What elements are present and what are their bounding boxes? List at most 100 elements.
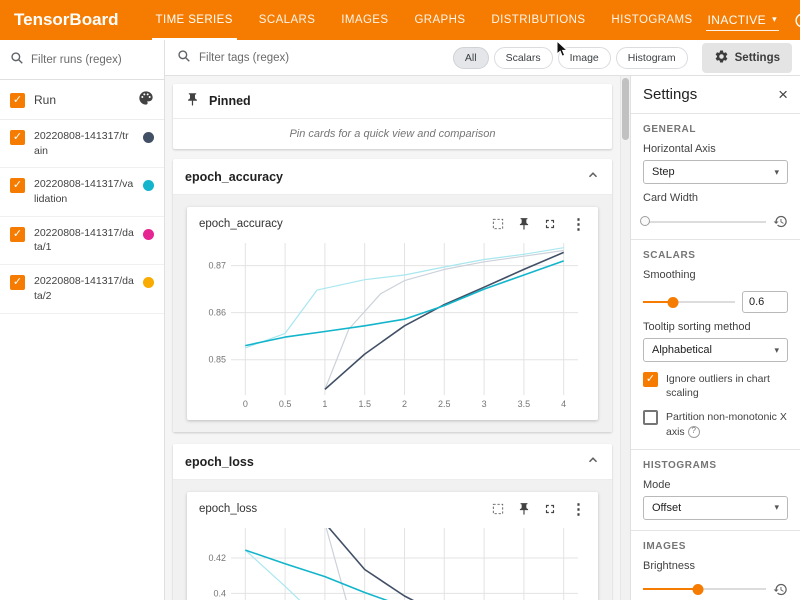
tab-images[interactable]: IMAGES (328, 0, 401, 40)
horizontal-axis-select[interactable]: Step ▾ (643, 160, 788, 184)
chevron-down-icon: ▾ (774, 502, 779, 513)
section-body: epoch_loss ⋮ 00.511.522.533.540.360.380.… (173, 480, 612, 600)
tooltip-sorting-select[interactable]: Alphabetical ▾ (643, 338, 788, 362)
more-options-icon[interactable]: ⋮ (569, 500, 588, 518)
scrollbar-thumb[interactable] (622, 78, 629, 140)
smoothing-control (643, 291, 788, 313)
run-checkbox[interactable]: ✓ (10, 178, 25, 193)
section-body: epoch_accuracy ⋮ 00.511.522.533.540.850.… (173, 195, 612, 432)
main-scrollbar[interactable] (620, 76, 630, 600)
chevron-down-icon: ▾ (774, 167, 779, 178)
partition-x-axis-checkbox[interactable]: ✓ (643, 410, 658, 425)
section-header[interactable]: epoch_accuracy (173, 159, 612, 195)
settings-button[interactable]: Settings (702, 43, 792, 73)
tab-histograms[interactable]: HISTOGRAMS (598, 0, 705, 40)
section-epoch-loss: epoch_loss epoch_loss (173, 444, 612, 600)
brightness-control (643, 582, 788, 597)
tab-graphs[interactable]: GRAPHS (401, 0, 478, 40)
smoothing-label: Smoothing (643, 269, 788, 281)
svg-text:0.87: 0.87 (208, 261, 226, 271)
horizontal-axis-value: Step (652, 166, 675, 178)
chip-scalars[interactable]: Scalars (494, 47, 553, 69)
pinned-empty-message: Pin cards for a quick view and compariso… (173, 119, 612, 149)
ignore-outliers-checkbox[interactable]: ✓ (643, 372, 658, 387)
svg-text:0.5: 0.5 (279, 399, 292, 409)
help-icon[interactable]: ? (688, 426, 700, 438)
fullscreen-icon[interactable] (543, 217, 557, 231)
chip-image[interactable]: Image (558, 47, 611, 69)
collapse-chevron-icon[interactable] (586, 168, 600, 185)
fullscreen-icon[interactable] (543, 502, 557, 516)
collapse-chevron-icon[interactable] (586, 453, 600, 470)
run-item[interactable]: ✓20220808-141317/train (0, 120, 164, 168)
tensorboard-app: TensorBoard TIME SERIESSCALARSIMAGESGRAP… (0, 0, 800, 600)
tab-time-series[interactable]: TIME SERIES (143, 0, 246, 40)
run-label: 20220808-141317/data/2 (34, 274, 134, 303)
fit-to-data-icon[interactable] (491, 217, 505, 231)
run-checkbox[interactable]: ✓ (10, 130, 25, 145)
more-options-icon[interactable]: ⋮ (569, 215, 588, 233)
chart-card-header: epoch_loss ⋮ (195, 498, 590, 520)
brightness-slider[interactable] (643, 588, 766, 590)
reset-icon[interactable] (773, 582, 788, 597)
histogram-mode-select[interactable]: Offset ▾ (643, 496, 788, 520)
run-checkbox[interactable]: ✓ (10, 275, 25, 290)
settings-button-label: Settings (735, 52, 780, 64)
card-width-slider[interactable] (643, 221, 766, 223)
nav-tabs: TIME SERIESSCALARSIMAGESGRAPHSDISTRIBUTI… (143, 0, 706, 40)
chart-card-tools: ⋮ (491, 500, 588, 518)
line-chart-epoch-loss[interactable]: 00.511.522.533.540.360.380.40.42 (195, 520, 590, 600)
pin-icon[interactable] (517, 217, 531, 231)
settings-panel-title: Settings (643, 86, 697, 103)
run-filter-row (0, 40, 164, 80)
run-item[interactable]: ✓ 20220808-141317/data/1 (0, 217, 164, 265)
palette-icon[interactable] (138, 90, 154, 109)
chart-card-header: epoch_accuracy ⋮ (195, 213, 590, 235)
general-heading: GENERAL (643, 124, 788, 135)
run-item[interactable]: ✓20220808-141317/validation (0, 168, 164, 216)
chip-all[interactable]: All (453, 47, 489, 69)
run-label: 20220808-141317/data/1 (34, 226, 134, 255)
run-color-dot (143, 180, 154, 191)
select-all-runs-checkbox[interactable]: ✓ (10, 93, 25, 108)
status-value: INACTIVE (708, 13, 767, 27)
top-bar: TensorBoard TIME SERIESSCALARSIMAGESGRAP… (0, 0, 800, 40)
tab-distributions[interactable]: DISTRIBUTIONS (478, 0, 598, 40)
section-epoch-accuracy: epoch_accuracy epoch_accuracy (173, 159, 612, 432)
content-row: Pinned Pin cards for a quick view and co… (165, 76, 800, 600)
svg-text:0.4: 0.4 (213, 588, 226, 598)
tag-type-chips: AllScalarsImageHistogram (453, 47, 688, 69)
partition-x-axis-row: ✓ Partition non-monotonic X axis? (643, 410, 788, 438)
section-header[interactable]: epoch_loss (173, 444, 612, 480)
tag-filter-bar: AllScalarsImageHistogram Settings (165, 40, 800, 76)
close-icon[interactable]: × (778, 86, 788, 103)
pin-icon[interactable] (517, 502, 531, 516)
tooltip-sorting-value: Alphabetical (652, 344, 712, 356)
brightness-label: Brightness (643, 560, 788, 572)
run-filter-input[interactable] (31, 54, 154, 66)
fit-to-data-icon[interactable] (491, 502, 505, 516)
theme-toggle-icon[interactable] (792, 10, 800, 30)
cards-area: Pinned Pin cards for a quick view and co… (165, 76, 620, 600)
reset-icon[interactable] (773, 214, 788, 229)
runs-header-label: Run (34, 93, 129, 107)
chip-histogram[interactable]: Histogram (616, 47, 688, 69)
smoothing-slider[interactable] (643, 301, 735, 303)
run-checkbox[interactable]: ✓ (10, 227, 25, 242)
search-icon (177, 49, 191, 66)
tag-filter-input[interactable] (199, 52, 379, 64)
run-item[interactable]: ✓ 20220808-141317/data/2 (0, 265, 164, 313)
line-chart-epoch-accuracy[interactable]: 00.511.522.533.540.850.860.87 (195, 235, 590, 416)
svg-text:4: 4 (561, 399, 566, 409)
svg-text:1.5: 1.5 (358, 399, 371, 409)
tab-scalars[interactable]: SCALARS (246, 0, 329, 40)
histograms-heading: HISTOGRAMS (643, 460, 788, 471)
card-width-control (643, 214, 788, 229)
status-dropdown[interactable]: INACTIVE ▾ (706, 10, 779, 31)
run-color-dot (143, 229, 154, 240)
chart-card-title: epoch_loss (199, 503, 257, 515)
chevron-down-icon: ▾ (774, 345, 779, 356)
smoothing-input[interactable] (742, 291, 788, 313)
svg-text:0: 0 (243, 399, 248, 409)
pin-icon (185, 92, 200, 110)
